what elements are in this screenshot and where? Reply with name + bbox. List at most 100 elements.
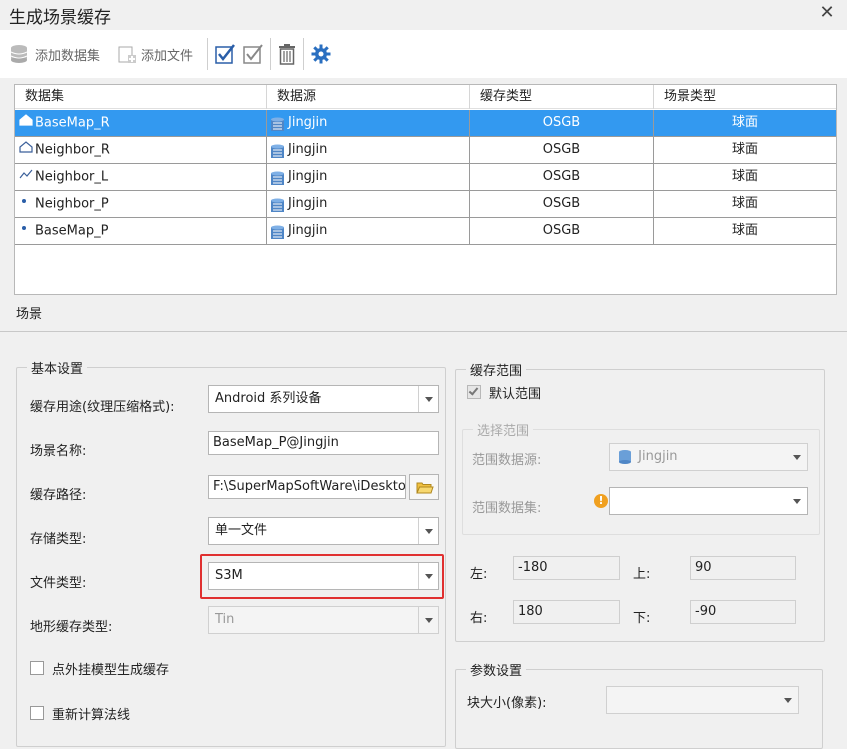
range-datasource-label: 范围数据源: bbox=[472, 453, 542, 468]
scene-name-field[interactable]: BaseMap_P@Jingjin bbox=[208, 431, 439, 455]
range-dataset-label: 范围数据集: bbox=[472, 501, 542, 516]
point-model-label: 点外挂模型生成缓存 bbox=[52, 663, 170, 678]
dataset-name: BaseMap_R bbox=[35, 115, 110, 131]
datasource-name: Jingjin bbox=[288, 115, 328, 130]
database-icon bbox=[619, 449, 631, 464]
dataset-cell: BaseMap_R bbox=[15, 110, 267, 136]
datasource-name: Jingjin bbox=[288, 196, 328, 211]
tile-size-select[interactable] bbox=[606, 686, 799, 714]
cache-type-cell: OSGB bbox=[470, 191, 654, 217]
table-row[interactable]: BaseMap_R Jingjin OSGB 球面 bbox=[15, 110, 836, 137]
recalc-normal-checkbox[interactable] bbox=[30, 706, 44, 720]
window-title: 生成场景缓存 bbox=[9, 8, 111, 28]
add-dataset-label: 添加数据集 bbox=[35, 48, 101, 64]
datasource-cell: Jingjin bbox=[267, 110, 470, 136]
settings-button[interactable] bbox=[310, 40, 332, 68]
dataset-cell: Neighbor_P bbox=[15, 191, 267, 217]
scene-type-cell: 球面 bbox=[731, 142, 758, 157]
bottom-field[interactable]: -90 bbox=[690, 600, 796, 624]
grid-header: 数据集 数据源 缓存类型 场景类型 bbox=[15, 85, 836, 109]
cache-path-label: 缓存路径: bbox=[30, 488, 87, 503]
top-label: 上: bbox=[633, 567, 651, 582]
tab-scene[interactable]: 场景 bbox=[16, 303, 42, 322]
region-icon bbox=[19, 110, 33, 136]
datasource-cell: Jingjin bbox=[267, 191, 470, 217]
close-icon[interactable]: ✕ bbox=[818, 3, 836, 23]
chevron-down-icon bbox=[418, 386, 438, 412]
right-field[interactable]: 180 bbox=[513, 600, 620, 624]
top-field[interactable]: 90 bbox=[690, 556, 796, 580]
datasource-name: Jingjin bbox=[288, 223, 328, 238]
table-row[interactable]: Neighbor_L Jingjin OSGB 球面 bbox=[15, 164, 836, 191]
scene-type-cell: 球面 bbox=[731, 115, 758, 130]
datasource-cell: Jingjin bbox=[267, 164, 470, 190]
point-model-checkbox[interactable] bbox=[30, 661, 44, 675]
select-range-title: 选择范围 bbox=[473, 420, 534, 439]
line-icon bbox=[19, 164, 33, 190]
dataset-cell: Neighbor_R bbox=[15, 137, 267, 163]
storage-type-label: 存储类型: bbox=[30, 532, 87, 547]
params-title: 参数设置 bbox=[466, 660, 527, 679]
dataset-cell: Neighbor_L bbox=[15, 164, 267, 190]
browse-folder-button[interactable] bbox=[409, 474, 439, 500]
database-icon bbox=[270, 170, 286, 185]
tab-divider bbox=[0, 331, 847, 332]
table-row[interactable]: Neighbor_R Jingjin OSGB 球面 bbox=[15, 137, 836, 164]
cache-type-cell: OSGB bbox=[470, 218, 654, 244]
left-label: 左: bbox=[470, 567, 488, 582]
tile-size-label: 块大小(像素): bbox=[467, 696, 547, 711]
gear-icon bbox=[311, 44, 331, 64]
add-dataset-button[interactable]: 添加数据集 bbox=[8, 40, 100, 68]
terrain-type-select[interactable]: Tin bbox=[208, 606, 439, 634]
chevron-down-icon bbox=[787, 488, 807, 514]
select-all-button[interactable] bbox=[214, 40, 236, 68]
left-field[interactable]: -180 bbox=[513, 556, 620, 580]
cache-path-field[interactable]: F:\SuperMapSoftWare\iDesktop bbox=[208, 475, 406, 499]
region-icon bbox=[19, 137, 33, 163]
storage-type-select[interactable]: 单一文件 bbox=[208, 517, 439, 545]
cache-usage-label: 缓存用途(纹理压缩格式): bbox=[30, 400, 175, 415]
cache-type-cell: OSGB bbox=[470, 164, 654, 190]
column-header-datasource[interactable]: 数据源 bbox=[267, 85, 470, 109]
database-icon bbox=[270, 224, 286, 239]
chevron-down-icon bbox=[418, 518, 438, 544]
table-row[interactable]: BaseMap_P Jingjin OSGB 球面 bbox=[15, 218, 836, 245]
storage-type-value: 单一文件 bbox=[215, 523, 268, 538]
terrain-type-value: Tin bbox=[215, 612, 235, 627]
default-range-label: 默认范围 bbox=[489, 387, 542, 402]
add-file-button[interactable]: 添加文件 bbox=[116, 40, 193, 68]
right-label: 右: bbox=[470, 611, 488, 626]
cache-usage-select[interactable]: Android 系列设备 bbox=[208, 385, 439, 413]
trash-icon bbox=[279, 44, 295, 65]
point-icon bbox=[19, 191, 33, 217]
bottom-label: 下: bbox=[633, 611, 651, 626]
select-all-icon bbox=[215, 44, 235, 64]
basic-settings-title: 基本设置 bbox=[27, 358, 88, 377]
column-header-cache-type[interactable]: 缓存类型 bbox=[470, 85, 654, 109]
column-header-dataset[interactable]: 数据集 bbox=[15, 85, 267, 109]
cache-usage-value: Android 系列设备 bbox=[215, 391, 322, 406]
scene-type-cell: 球面 bbox=[731, 196, 758, 211]
range-datasource-value: Jingjin bbox=[638, 449, 678, 464]
datasource-name: Jingjin bbox=[288, 169, 328, 184]
column-header-scene-type[interactable]: 场景类型 bbox=[654, 85, 836, 109]
chevron-down-icon bbox=[787, 444, 807, 470]
range-dataset-select[interactable] bbox=[609, 487, 808, 515]
cache-range-title: 缓存范围 bbox=[466, 360, 527, 379]
default-range-checkbox[interactable] bbox=[467, 385, 481, 399]
invert-select-icon bbox=[243, 44, 263, 64]
table-row[interactable]: Neighbor_P Jingjin OSGB 球面 bbox=[15, 191, 836, 218]
database-icon bbox=[270, 197, 286, 212]
highlight-box bbox=[200, 554, 444, 599]
point-icon bbox=[19, 218, 33, 244]
title-bar bbox=[0, 0, 847, 30]
invert-select-button[interactable] bbox=[242, 40, 264, 68]
terrain-type-label: 地形缓存类型: bbox=[30, 620, 113, 635]
cache-type-cell: OSGB bbox=[470, 110, 654, 136]
dataset-cell: BaseMap_P bbox=[15, 218, 267, 244]
datasource-cell: Jingjin bbox=[267, 137, 470, 163]
toolbar: 添加数据集 添加文件 bbox=[0, 30, 847, 78]
delete-button[interactable] bbox=[277, 40, 297, 68]
range-datasource-select[interactable]: Jingjin bbox=[609, 443, 808, 471]
toolbar-divider bbox=[303, 38, 304, 70]
